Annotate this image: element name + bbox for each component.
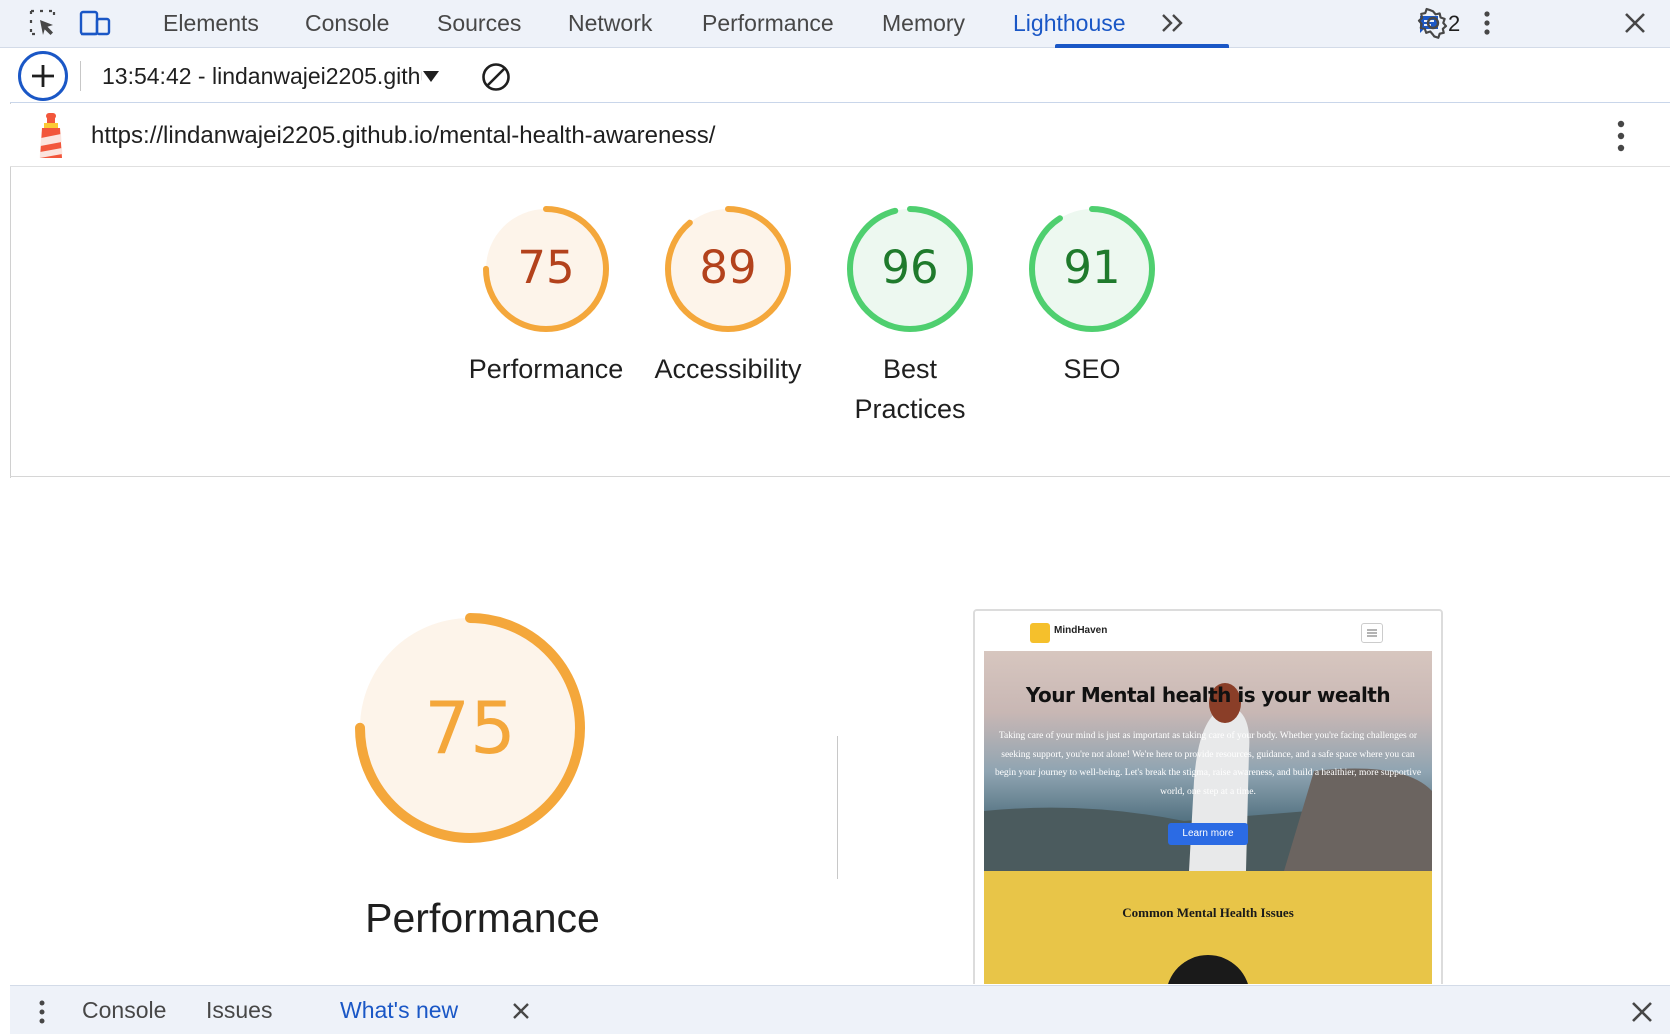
thumbnail-hero: Your Mental health is your wealth Taking… — [984, 651, 1432, 871]
close-icon[interactable] — [1618, 6, 1652, 40]
settings-icon[interactable] — [1416, 6, 1450, 40]
tab-elements[interactable]: Elements — [163, 0, 259, 48]
kebab-menu-icon[interactable] — [1606, 116, 1636, 156]
performance-large-score-value: 75 — [424, 686, 516, 770]
tab-sources[interactable]: Sources — [437, 0, 521, 48]
tab-performance[interactable]: Performance — [702, 0, 834, 48]
toolbar-divider — [80, 61, 81, 91]
thumbnail-hero-title: Your Mental health is your wealth — [1025, 683, 1391, 707]
more-tabs-icon[interactable] — [1156, 6, 1190, 40]
thumbnail-issues-section: Common Mental Health Issues — [984, 871, 1432, 984]
accessibility-score-value: 89 — [699, 241, 756, 294]
report-url-bar: https://lindanwajei2205.github.io/mental… — [10, 104, 1670, 167]
best-practices-score-label: Best Practices — [854, 354, 966, 424]
bottom-drawer: Console Issues What's new — [10, 985, 1670, 1034]
close-drawer-icon[interactable] — [1630, 1000, 1654, 1024]
performance-large-score-ring: 75 — [355, 613, 585, 843]
best-practices-score-value: 96 — [881, 241, 938, 294]
thumbnail-hero-body: Taking care of your mind is just as impo… — [994, 731, 1422, 797]
add-icon — [32, 65, 54, 87]
tab-network[interactable]: Network — [568, 0, 652, 48]
new-report-button[interactable] — [18, 51, 68, 101]
seo-score-label: SEO — [1063, 354, 1121, 384]
performance-detail-section: 75 Performance MindHaven Your Mental hea… — [10, 478, 1670, 984]
thumbnail-hamburger-icon — [1361, 623, 1383, 643]
device-toolbar-icon[interactable] — [78, 6, 112, 40]
close-tab-icon[interactable] — [510, 1000, 532, 1022]
drawer-tab-console[interactable]: Console — [82, 986, 166, 1034]
dropdown-arrow-icon — [423, 71, 439, 82]
gauge-seo[interactable]: 91 SEO — [1007, 203, 1177, 389]
thumbnail-site-header: MindHaven — [975, 611, 1441, 649]
performance-score-label: Performance — [468, 354, 624, 384]
tab-memory[interactable]: Memory — [882, 0, 965, 48]
lighthouse-logo-icon — [39, 113, 63, 158]
clear-icon[interactable] — [480, 61, 512, 93]
thumbnail-brand: MindHaven — [1054, 625, 1108, 636]
accessibility-score-label: Accessibility — [654, 354, 802, 384]
thumbnail-circle-image — [1166, 955, 1250, 984]
drawer-tab-whats-new[interactable]: What's new — [340, 986, 458, 1034]
seo-score-ring: 91 — [1029, 206, 1155, 332]
thumbnail-logo-icon — [1030, 623, 1050, 643]
accessibility-score-ring: 89 — [665, 206, 791, 332]
performance-score-ring: 75 — [483, 206, 609, 332]
report-selector[interactable]: 13:54:42 - lindanwajei2205.github.io — [102, 61, 447, 91]
section-divider — [837, 736, 838, 879]
report-url[interactable]: https://lindanwajei2205.github.io/mental… — [91, 122, 715, 150]
best-practices-score-ring: 96 — [847, 206, 973, 332]
gauge-accessibility[interactable]: 89 Accessibility — [643, 203, 813, 389]
tab-console[interactable]: Console — [305, 0, 389, 48]
gauge-best-practices[interactable]: 96 Best Practices — [825, 203, 995, 429]
inspect-element-icon[interactable] — [26, 6, 60, 40]
devtools-tab-bar: Elements Console Sources Network Perform… — [0, 0, 1670, 48]
gauge-performance[interactable]: 75 Performance — [461, 203, 631, 389]
thumbnail-learn-more-button: Learn more — [1168, 823, 1248, 845]
report-selector-value: 13:54:42 - lindanwajei2205.github.io — [102, 62, 422, 89]
kebab-menu-icon[interactable] — [1470, 6, 1504, 40]
performance-large-label: Performance — [365, 895, 600, 941]
seo-score-value: 91 — [1063, 241, 1120, 294]
drawer-menu-icon[interactable] — [32, 998, 52, 1026]
score-gauges: 75 Performance 89 Accessibility 96 Best … — [10, 168, 1670, 477]
page-screenshot-thumbnail[interactable]: MindHaven Your Mental health is your wea… — [973, 609, 1443, 984]
active-tab-indicator — [1055, 44, 1229, 48]
thumbnail-issues-title: Common Mental Health Issues — [1122, 905, 1294, 920]
tab-lighthouse[interactable]: Lighthouse — [1013, 0, 1126, 48]
report-toolbar: 13:54:42 - lindanwajei2205.github.io — [10, 49, 1670, 103]
drawer-tab-issues[interactable]: Issues — [206, 986, 272, 1034]
performance-score-value: 75 — [517, 241, 574, 294]
